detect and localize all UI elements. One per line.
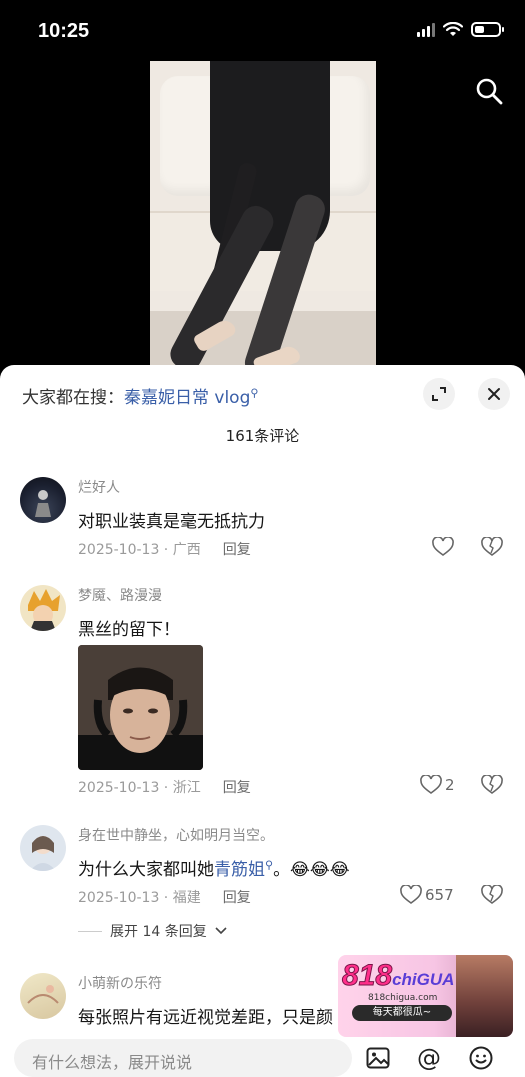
video-player[interactable]	[150, 61, 376, 366]
close-icon	[488, 388, 500, 400]
watermark-logo-text: 818chiGUA	[341, 959, 455, 993]
comment-text: 对职业装真是毫无抵抗力	[78, 512, 265, 532]
comment-text: 每张照片有远近视觉差距，只是颜	[78, 1008, 333, 1028]
comment-input-bar: 有什么想法，展开说说 @	[0, 1037, 525, 1077]
comment-text-after: 。😂😂😂	[273, 860, 350, 880]
mention-button[interactable]: @	[416, 1044, 442, 1072]
avatar[interactable]	[20, 477, 66, 523]
trending-prefix: 大家都在搜：	[22, 388, 124, 408]
comment-meta: 2025-10-13 · 广西 回复	[78, 539, 251, 559]
comment-username[interactable]: 小萌新の乐符	[78, 973, 162, 993]
like-count: 657	[425, 886, 454, 904]
comment-text-before: 为什么大家都叫她	[78, 860, 214, 880]
comment-text: 为什么大家都叫她青筋姐⚲。😂😂😂	[78, 855, 350, 880]
status-icons	[417, 22, 504, 37]
comment-count: 161条评论	[225, 427, 300, 445]
like-button[interactable]	[432, 537, 454, 557]
heart-icon	[400, 885, 422, 904]
watermark-logo: 818chiGUA 818chigua.com 每天都很瓜~	[338, 955, 513, 1037]
like-button[interactable]: 657	[400, 885, 454, 905]
avatar[interactable]	[20, 825, 66, 871]
divider	[78, 930, 102, 932]
like-count: 2	[445, 776, 455, 794]
comment-meta: 2025-10-13 · 浙江 回复	[78, 777, 251, 797]
trending-search[interactable]: 大家都在搜：秦嘉妮日常 vlog⚲	[22, 383, 258, 408]
close-button[interactable]	[478, 378, 510, 410]
like-button[interactable]: 2	[420, 775, 455, 795]
comment-input[interactable]: 有什么想法，展开说说	[14, 1039, 352, 1077]
chevron-down-icon	[215, 927, 227, 935]
wifi-icon	[443, 22, 463, 36]
expand-button[interactable]	[423, 378, 455, 410]
emoji-button[interactable]	[468, 1045, 494, 1071]
broken-heart-icon	[481, 774, 503, 794]
dislike-button[interactable]	[481, 774, 503, 799]
image-button[interactable]	[365, 1045, 391, 1071]
image-icon	[366, 1047, 390, 1069]
expand-icon	[432, 387, 446, 401]
comment-text: 黑丝的留下！	[78, 620, 180, 640]
comment-username[interactable]: 梦魇、路漫漫	[78, 585, 162, 605]
reply-button[interactable]: 回复	[223, 780, 251, 796]
watermark-slogan: 每天都很瓜~	[352, 1005, 452, 1021]
search-small-icon: ⚲	[265, 858, 274, 872]
comment-input-placeholder: 有什么想法，展开说说	[32, 1053, 193, 1072]
sheet-header: 大家都在搜：秦嘉妮日常 vlog⚲	[0, 365, 525, 425]
emoji-icon	[469, 1046, 493, 1070]
trending-keyword[interactable]: 秦嘉妮日常 vlog	[124, 388, 250, 408]
comment-meta: 2025-10-13 · 福建 回复	[78, 887, 251, 907]
at-icon: @	[417, 1044, 441, 1072]
broken-heart-icon	[481, 536, 503, 556]
status-time: 10:25	[38, 20, 90, 42]
watermark-site: 818chigua.com	[368, 993, 438, 1003]
comment-username[interactable]: 身在世中静坐，心如明月当空。	[78, 825, 274, 845]
dislike-button[interactable]	[481, 536, 503, 561]
status-bar: 10:25	[0, 0, 525, 62]
expand-replies-label: 展开 14 条回复	[110, 924, 207, 940]
expand-replies-button[interactable]: 展开 14 条回复	[78, 921, 227, 941]
heart-icon	[432, 537, 454, 556]
watermark-image	[456, 955, 513, 1037]
comment-username[interactable]: 烂好人	[78, 477, 120, 497]
reply-button[interactable]: 回复	[223, 890, 251, 906]
battery-icon	[471, 22, 504, 37]
comment-date-location: 2025-10-13 · 广西	[78, 542, 201, 558]
signal-icon	[417, 22, 435, 37]
comment-date-location: 2025-10-13 · 福建	[78, 890, 201, 906]
comment-image[interactable]	[78, 645, 203, 770]
broken-heart-icon	[481, 884, 503, 904]
comment-search-link[interactable]: 青筋姐	[214, 860, 265, 880]
search-small-icon: ⚲	[250, 386, 259, 400]
comment-date-location: 2025-10-13 · 浙江	[78, 780, 201, 796]
reply-button[interactable]: 回复	[223, 542, 251, 558]
avatar[interactable]	[20, 585, 66, 631]
avatar[interactable]	[20, 973, 66, 1019]
dislike-button[interactable]	[481, 884, 503, 909]
search-icon[interactable]	[474, 76, 504, 106]
heart-icon	[420, 775, 442, 794]
